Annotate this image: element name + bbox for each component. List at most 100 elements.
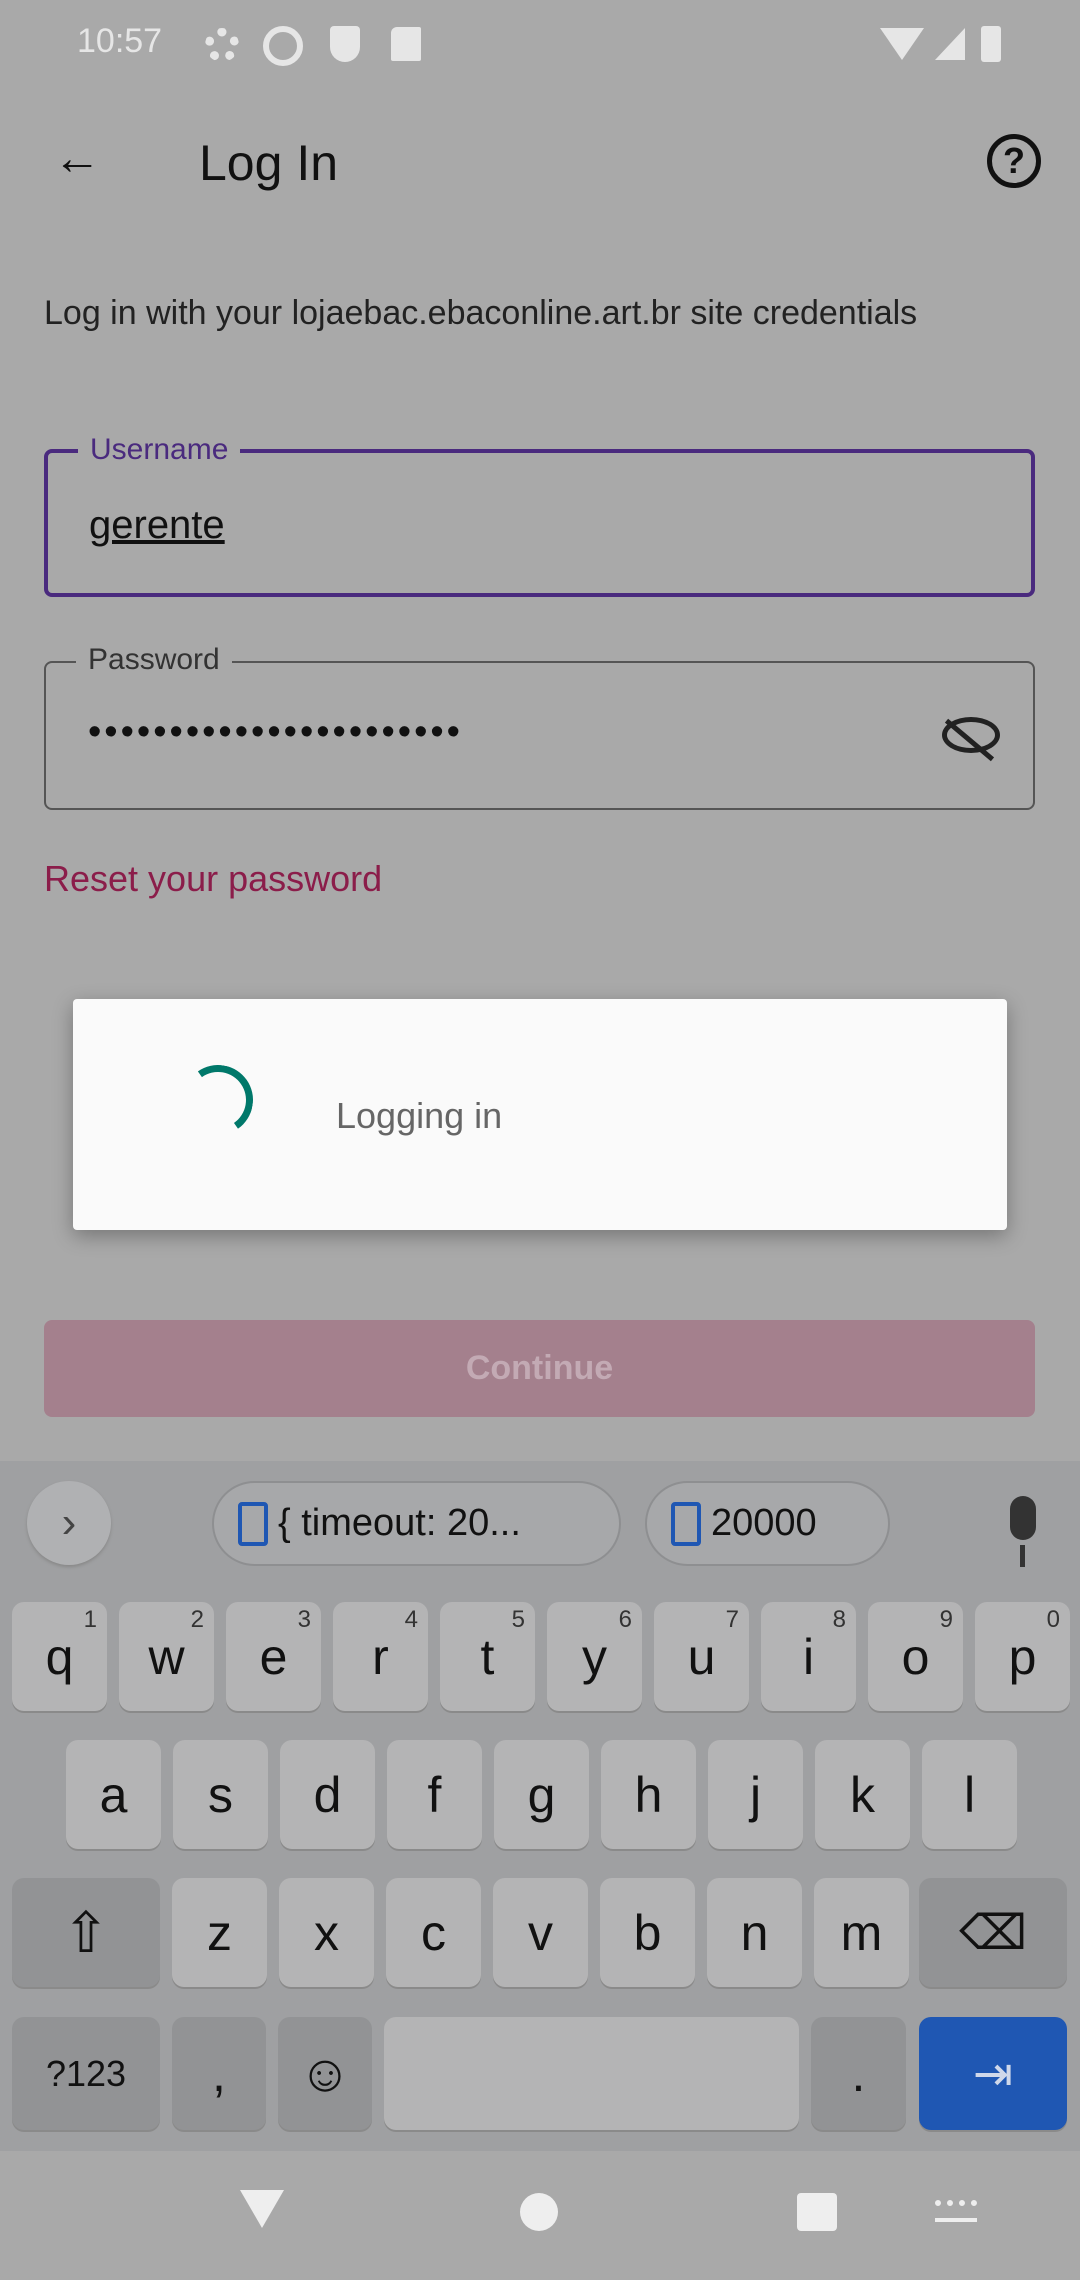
key-g[interactable]: g xyxy=(494,1740,589,1849)
backspace-key[interactable]: ⌫ xyxy=(919,1878,1067,1987)
key-o[interactable]: o9 xyxy=(868,1602,963,1711)
key-hint: 3 xyxy=(297,1606,311,1633)
settings-icon xyxy=(205,28,239,62)
suggestion-text: { timeout: 20... xyxy=(278,1502,521,1544)
password-label: Password xyxy=(76,643,232,677)
signal-icon xyxy=(935,28,965,60)
key-label: f xyxy=(427,1766,442,1823)
key-k[interactable]: k xyxy=(815,1740,910,1849)
nav-recents-icon[interactable] xyxy=(797,2193,837,2231)
key-label: j xyxy=(749,1766,762,1823)
key-label: g xyxy=(527,1766,556,1823)
key-hint: 1 xyxy=(83,1606,97,1633)
battery-icon xyxy=(981,26,1001,62)
loading-spinner xyxy=(177,1059,259,1141)
key-label: v xyxy=(528,1904,553,1961)
key-hint: 0 xyxy=(1046,1606,1060,1633)
key-s[interactable]: s xyxy=(173,1740,268,1849)
key-label: u xyxy=(687,1628,716,1685)
key-label: a xyxy=(99,1766,128,1823)
key-hint: 8 xyxy=(832,1606,846,1633)
key-label: t xyxy=(480,1628,495,1685)
key-y[interactable]: y6 xyxy=(547,1602,642,1711)
status-time: 10:57 xyxy=(77,22,163,60)
key-label: c xyxy=(421,1904,446,1961)
shift-key[interactable]: ⇧ xyxy=(12,1878,160,1987)
comma-key[interactable]: , xyxy=(172,2017,266,2130)
key-t[interactable]: t5 xyxy=(440,1602,535,1711)
key-p[interactable]: p0 xyxy=(975,1602,1070,1711)
key-f[interactable]: f xyxy=(387,1740,482,1849)
nav-home-icon[interactable] xyxy=(520,2193,558,2231)
reset-password-link[interactable]: Reset your password xyxy=(44,858,382,900)
key-hint: 5 xyxy=(511,1606,525,1633)
key-n[interactable]: n xyxy=(707,1878,802,1987)
key-v[interactable]: v xyxy=(493,1878,588,1987)
key-z[interactable]: z xyxy=(172,1878,267,1987)
symbols-key[interactable]: ?123 xyxy=(12,2017,160,2130)
key-label: o xyxy=(901,1628,930,1685)
clipboard-icon xyxy=(238,1501,268,1546)
sync-icon xyxy=(263,26,303,66)
key-label: z xyxy=(207,1904,232,1961)
username-value: gerente xyxy=(89,503,225,547)
key-h[interactable]: h xyxy=(601,1740,696,1849)
wifi-icon xyxy=(880,28,924,60)
key-hint: 7 xyxy=(725,1606,739,1633)
key-hint: 2 xyxy=(190,1606,204,1633)
username-label: Username xyxy=(78,433,241,467)
visibility-off-icon[interactable] xyxy=(942,717,1000,762)
key-label: i xyxy=(802,1628,815,1685)
key-a[interactable]: a xyxy=(66,1740,161,1849)
expand-toolbar-button[interactable]: › xyxy=(27,1481,111,1565)
back-arrow-icon[interactable]: ← xyxy=(52,134,102,184)
progress-dialog: Logging in xyxy=(73,999,1007,1230)
key-label: k xyxy=(850,1766,875,1823)
username-field[interactable]: Username gerente xyxy=(44,433,1035,597)
key-c[interactable]: c xyxy=(386,1878,481,1987)
key-x[interactable]: x xyxy=(279,1878,374,1987)
help-icon[interactable]: ? xyxy=(987,134,1041,188)
password-value: ••••••••••••••••••••••• xyxy=(88,711,463,753)
microphone-icon[interactable] xyxy=(1010,1496,1036,1540)
key-u[interactable]: u7 xyxy=(654,1602,749,1711)
clipboard-suggestion-2[interactable]: 20000 xyxy=(645,1481,890,1566)
key-label: q xyxy=(45,1628,74,1685)
sd-card-icon xyxy=(391,27,421,61)
microphone-stand xyxy=(1020,1545,1025,1567)
key-m[interactable]: m xyxy=(814,1878,909,1987)
key-w[interactable]: w2 xyxy=(119,1602,214,1711)
key-label: l xyxy=(963,1766,976,1823)
key-label: x xyxy=(314,1904,339,1961)
key-label: d xyxy=(313,1766,342,1823)
period-key[interactable]: . xyxy=(811,2017,906,2130)
key-e[interactable]: e3 xyxy=(226,1602,321,1711)
next-key[interactable]: ⇥ xyxy=(919,2017,1067,2130)
key-d[interactable]: d xyxy=(280,1740,375,1849)
page-title: Log In xyxy=(199,135,339,191)
continue-button[interactable]: Continue xyxy=(44,1320,1035,1417)
nav-keyboard-icon[interactable] xyxy=(935,2200,977,2222)
key-label: r xyxy=(372,1628,389,1685)
clipboard-suggestion-1[interactable]: { timeout: 20... xyxy=(212,1481,621,1566)
key-label: y xyxy=(582,1628,607,1685)
shield-icon xyxy=(330,26,360,62)
key-hint: 6 xyxy=(618,1606,632,1633)
key-label: w xyxy=(148,1628,185,1685)
nav-back-icon[interactable] xyxy=(240,2190,284,2228)
key-label: n xyxy=(740,1904,769,1961)
emoji-key[interactable]: ☺ xyxy=(278,2017,372,2130)
key-label: h xyxy=(634,1766,663,1823)
key-label: b xyxy=(633,1904,662,1961)
key-l[interactable]: l xyxy=(922,1740,1017,1849)
key-b[interactable]: b xyxy=(600,1878,695,1987)
password-field[interactable]: Password ••••••••••••••••••••••• xyxy=(44,643,1035,810)
key-label: s xyxy=(208,1766,233,1823)
space-key[interactable] xyxy=(384,2017,799,2130)
dialog-message: Logging in xyxy=(336,1095,503,1136)
key-j[interactable]: j xyxy=(708,1740,803,1849)
key-q[interactable]: q1 xyxy=(12,1602,107,1711)
key-r[interactable]: r4 xyxy=(333,1602,428,1711)
key-i[interactable]: i8 xyxy=(761,1602,856,1711)
key-label: e xyxy=(259,1628,288,1685)
